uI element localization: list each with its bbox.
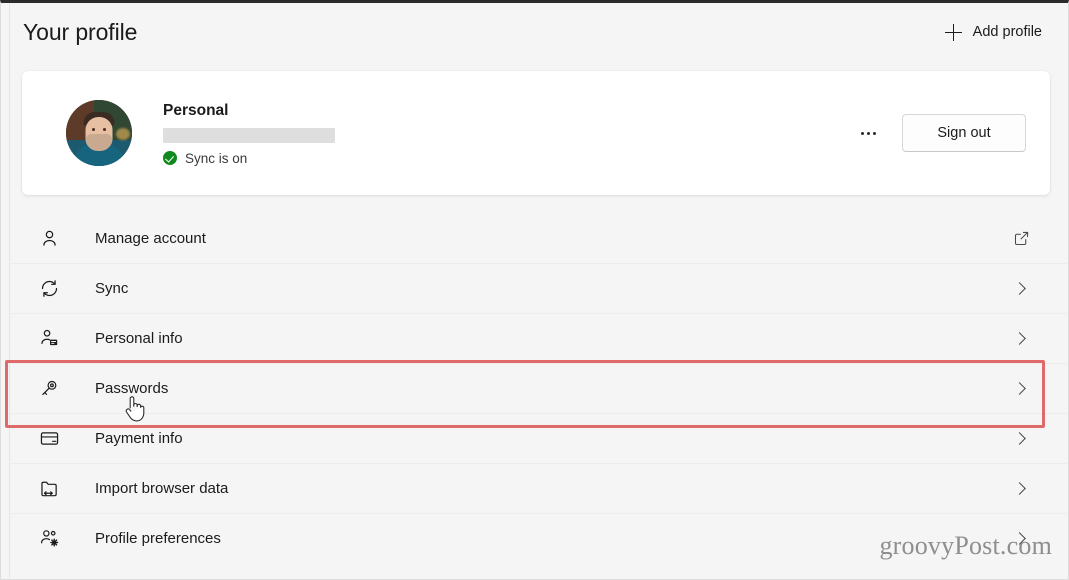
list-item-personal-info[interactable]: Personal info: [10, 313, 1068, 363]
sign-out-button[interactable]: Sign out: [902, 114, 1026, 152]
settings-window: Your profile Add profile Personal Sync i…: [0, 0, 1069, 580]
list-item-sync[interactable]: Sync: [10, 263, 1068, 313]
list-item-label: Passwords: [95, 380, 169, 397]
settings-list: Manage account Sync Personal info Passwo…: [10, 213, 1068, 563]
person-card-icon: [38, 328, 60, 350]
list-item-label: Payment info: [95, 430, 183, 447]
green-check-circle-icon: [163, 151, 177, 165]
chevron-right-icon: [1010, 378, 1032, 400]
avatar: [66, 100, 132, 166]
list-item-label: Profile preferences: [95, 530, 221, 547]
chevron-right-icon: [1010, 328, 1032, 350]
list-item-label: Manage account: [95, 229, 206, 247]
watermark: groovyPost.com: [879, 531, 1052, 560]
profile-card-actions: Sign out: [852, 114, 1026, 152]
page-title: Your profile: [23, 18, 138, 45]
key-icon: [38, 378, 60, 400]
sync-status-row: Sync is on: [163, 151, 852, 166]
chevron-right-icon: [1010, 278, 1032, 300]
add-profile-label: Add profile: [972, 24, 1042, 40]
profile-details: Personal Sync is on: [163, 101, 852, 166]
chevron-right-icon: [1010, 428, 1032, 450]
external-link-icon: [1010, 227, 1032, 249]
list-item-manage-account[interactable]: Manage account: [10, 213, 1068, 263]
list-item-label: Import browser data: [95, 480, 229, 497]
credit-card-icon: [38, 428, 60, 450]
sync-arrows-icon: [38, 278, 60, 300]
profile-name: Personal: [163, 101, 229, 119]
more-options-button[interactable]: [852, 117, 884, 149]
add-profile-button[interactable]: Add profile: [941, 19, 1046, 46]
chevron-right-icon: [1010, 478, 1032, 500]
ellipsis-icon: [860, 131, 864, 135]
list-item-label: Sync: [95, 280, 129, 297]
list-item-passwords[interactable]: Passwords: [10, 363, 1068, 413]
people-gear-icon: [38, 528, 60, 550]
profile-card: Personal Sync is on Sign out: [22, 71, 1050, 195]
list-item-label: Personal info: [95, 330, 183, 347]
list-item-import-browser-data[interactable]: Import browser data: [10, 463, 1068, 513]
ellipsis-icon: [866, 131, 870, 135]
person-icon: [38, 227, 60, 249]
sync-status-label: Sync is on: [185, 150, 248, 166]
plus-icon: [944, 23, 962, 41]
redacted-email-bar: [163, 127, 335, 143]
page-header: Your profile Add profile: [1, 6, 1068, 58]
ellipsis-icon: [872, 131, 876, 135]
list-item-payment-info[interactable]: Payment info: [10, 413, 1068, 463]
folder-import-icon: [38, 478, 60, 500]
